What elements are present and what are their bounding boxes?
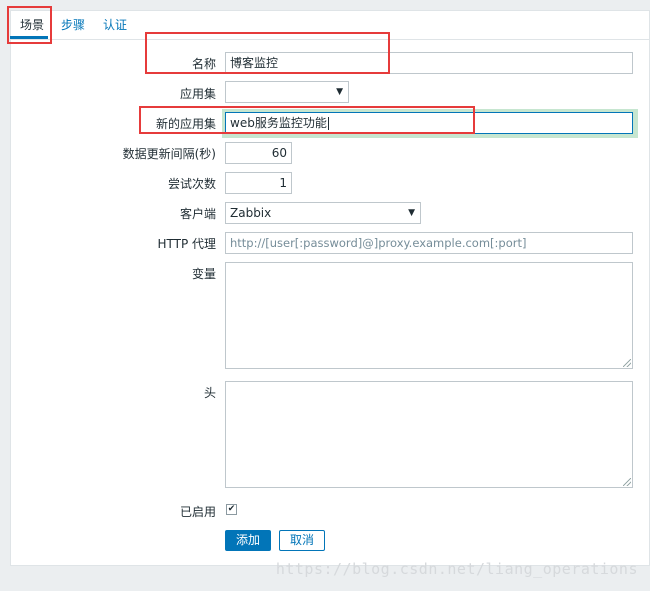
resize-handle-icon[interactable] <box>623 359 631 367</box>
enabled-label: 已启用 <box>179 505 216 519</box>
watermark: https://blog.csdn.net/liang_operations <box>275 560 638 578</box>
new-app-set-value: web服务监控功能 <box>230 116 327 130</box>
text-cursor <box>327 117 329 130</box>
cancel-button[interactable]: 取消 <box>279 530 325 551</box>
new-app-set-input[interactable]: web服务监控功能 <box>225 112 633 134</box>
dropdown-arrow-icon: ▼ <box>408 208 415 218</box>
tab-steps[interactable]: 步骤 <box>61 16 85 33</box>
enabled-checkbox[interactable]: ✔ <box>226 504 237 515</box>
resize-handle-icon[interactable] <box>623 478 631 486</box>
variables-label: 变量 <box>191 267 216 281</box>
attempts-label: 尝试次数 <box>167 177 216 191</box>
headers-textarea[interactable] <box>225 381 633 488</box>
app-set-select[interactable]: ▼ <box>225 81 349 103</box>
interval-label: 数据更新间隔(秒) <box>122 147 216 161</box>
interval-input[interactable]: 60 <box>225 142 292 164</box>
client-value: Zabbix <box>230 206 272 220</box>
http-proxy-label: HTTP 代理 <box>157 237 216 251</box>
client-select[interactable]: Zabbix ▼ <box>225 202 421 224</box>
add-button[interactable]: 添加 <box>225 530 271 551</box>
active-tab-indicator <box>10 36 48 39</box>
http-proxy-input[interactable]: http://[user[:password]@]proxy.example.c… <box>225 232 633 254</box>
headers-label: 头 <box>203 386 216 400</box>
attempts-input[interactable]: 1 <box>225 172 292 194</box>
tab-auth[interactable]: 认证 <box>103 16 127 33</box>
tab-scenario[interactable]: 场景 <box>20 16 44 33</box>
name-label: 名称 <box>191 57 216 71</box>
variables-textarea[interactable] <box>225 262 633 369</box>
new-app-set-label: 新的应用集 <box>155 117 216 131</box>
dropdown-arrow-icon: ▼ <box>336 87 343 97</box>
name-input[interactable]: 博客监控 <box>225 52 633 74</box>
tab-bar: 场景 步骤 认证 <box>10 10 650 40</box>
client-label: 客户端 <box>179 207 216 221</box>
app-set-label: 应用集 <box>179 87 216 101</box>
